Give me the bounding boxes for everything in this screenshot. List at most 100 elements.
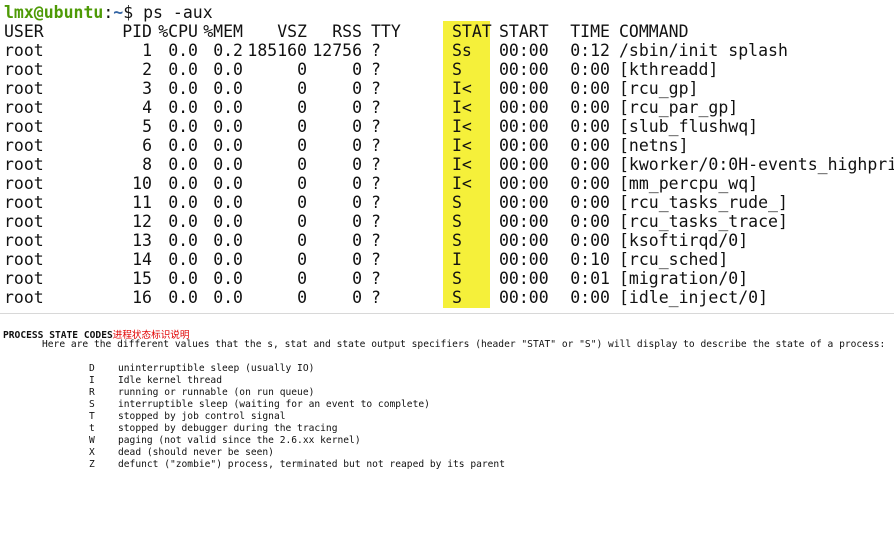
shell-prompt: lmx@ubuntu:~$ ps -aux [4,3,213,22]
cell-stat: S [452,269,462,288]
cell-mem: 0.0 [213,136,243,155]
section-divider [0,313,894,314]
process-row: root 1 0.0 0.2 185160 12756 ? Ss 00:00 0… [0,41,788,60]
cell-cpu: 0.0 [168,41,198,60]
cell-mem: 0.0 [213,231,243,250]
cell-tty: ? [371,98,381,117]
cell-command: [rcu_tasks_trace] [619,212,788,231]
cell-stat: I< [452,98,472,117]
cell-rss: 0 [352,60,362,79]
cell-start: 00:00 [499,212,549,231]
cell-stat: I< [452,136,472,155]
cell-mem: 0.0 [213,79,243,98]
cell-stat: Ss [452,41,472,60]
cell-user: root [4,98,44,117]
cell-user: root [4,231,44,250]
cell-mem: 0.0 [213,98,243,117]
cell-tty: ? [371,288,381,307]
state-code-desc: paging (not valid since the 2.6.xx kerne… [118,435,361,446]
cell-command: [ksoftirqd/0] [619,231,749,250]
cell-cpu: 0.0 [168,136,198,155]
cell-user: root [4,60,44,79]
cell-time: 0:00 [570,155,610,174]
cell-start: 00:00 [499,250,549,269]
cell-pid: 6 [142,136,152,155]
cell-rss: 0 [352,288,362,307]
cell-pid: 11 [132,193,152,212]
cell-time: 0:00 [570,193,610,212]
manpage-excerpt: PROCESS STATE CODES进程状态标识说明 Here are the… [0,322,894,475]
prompt-symbol: $ [123,3,144,22]
cell-rss: 0 [352,231,362,250]
cell-mem: 0.0 [213,212,243,231]
state-code: Z [89,459,95,470]
cell-command: [rcu_tasks_rude_] [619,193,788,212]
cell-pid: 8 [142,155,152,174]
cell-cpu: 0.0 [168,288,198,307]
cell-command: [rcu_sched] [619,250,729,269]
state-code: T [89,411,95,422]
cell-time: 0:00 [570,60,610,79]
cell-time: 0:00 [570,231,610,250]
cell-tty: ? [371,136,381,155]
cell-cpu: 0.0 [168,212,198,231]
cell-cpu: 0.0 [168,250,198,269]
cell-vsz: 0 [297,269,307,288]
header-stat: STAT [452,22,492,41]
cell-stat: I [452,250,462,269]
cell-time: 0:01 [570,269,610,288]
cell-stat: I< [452,117,472,136]
cell-start: 00:00 [499,117,549,136]
state-code-desc: Idle kernel thread [118,375,222,386]
cell-mem: 0.0 [213,250,243,269]
process-row: root 6 0.0 0.0 0 0 ? I< 00:00 0:00 [netn… [0,136,689,155]
cell-mem: 0.0 [213,117,243,136]
cell-stat: S [452,212,462,231]
cell-user: root [4,193,44,212]
cell-cpu: 0.0 [168,117,198,136]
process-row: root 5 0.0 0.0 0 0 ? I< 00:00 0:00 [slub… [0,117,758,136]
process-row: root 13 0.0 0.0 0 0 ? S 00:00 0:00 [ksof… [0,231,748,250]
cell-cpu: 0.0 [168,193,198,212]
state-code-desc: stopped by debugger during the tracing [118,423,338,434]
cell-vsz: 0 [297,60,307,79]
cell-time: 0:10 [570,250,610,269]
prompt-separator: : [103,3,114,22]
cell-command: /sbin/init splash [619,41,788,60]
cell-pid: 2 [142,60,152,79]
cell-cpu: 0.0 [168,269,198,288]
cell-pid: 14 [132,250,152,269]
cell-cpu: 0.0 [168,174,198,193]
cell-vsz: 0 [297,212,307,231]
cell-user: root [4,136,44,155]
cell-rss: 0 [352,212,362,231]
cell-vsz: 0 [297,193,307,212]
cell-pid: 4 [142,98,152,117]
cell-vsz: 0 [297,155,307,174]
cell-pid: 1 [142,41,152,60]
cell-command: [slub_flushwq] [619,117,759,136]
cell-time: 0:00 [570,212,610,231]
cell-user: root [4,41,44,60]
cell-mem: 0.0 [213,269,243,288]
cell-stat: I< [452,155,472,174]
prompt-command: ps -aux [143,3,213,22]
cell-command: [kworker/0:0H-events_highpri] [619,155,894,174]
cell-pid: 3 [142,79,152,98]
header-start: START [499,22,549,41]
cell-stat: I< [452,174,472,193]
header-rss: RSS [332,22,362,41]
cell-vsz: 0 [297,250,307,269]
header-command: COMMAND [619,22,689,41]
state-code: S [89,399,95,410]
cell-vsz: 0 [297,117,307,136]
process-row: root 11 0.0 0.0 0 0 ? S 00:00 0:00 [rcu_… [0,193,788,212]
cell-mem: 0.0 [213,60,243,79]
cell-rss: 0 [352,250,362,269]
cell-cpu: 0.0 [168,79,198,98]
state-code-desc: uninterruptible sleep (usually IO) [118,363,315,374]
cell-user: root [4,174,44,193]
terminal-window[interactable]: lmx@ubuntu:~$ ps -aux USER PID %CPU %MEM… [0,0,894,311]
state-code: W [89,435,95,446]
process-row: root 10 0.0 0.0 0 0 ? I< 00:00 0:00 [mm_… [0,174,758,193]
